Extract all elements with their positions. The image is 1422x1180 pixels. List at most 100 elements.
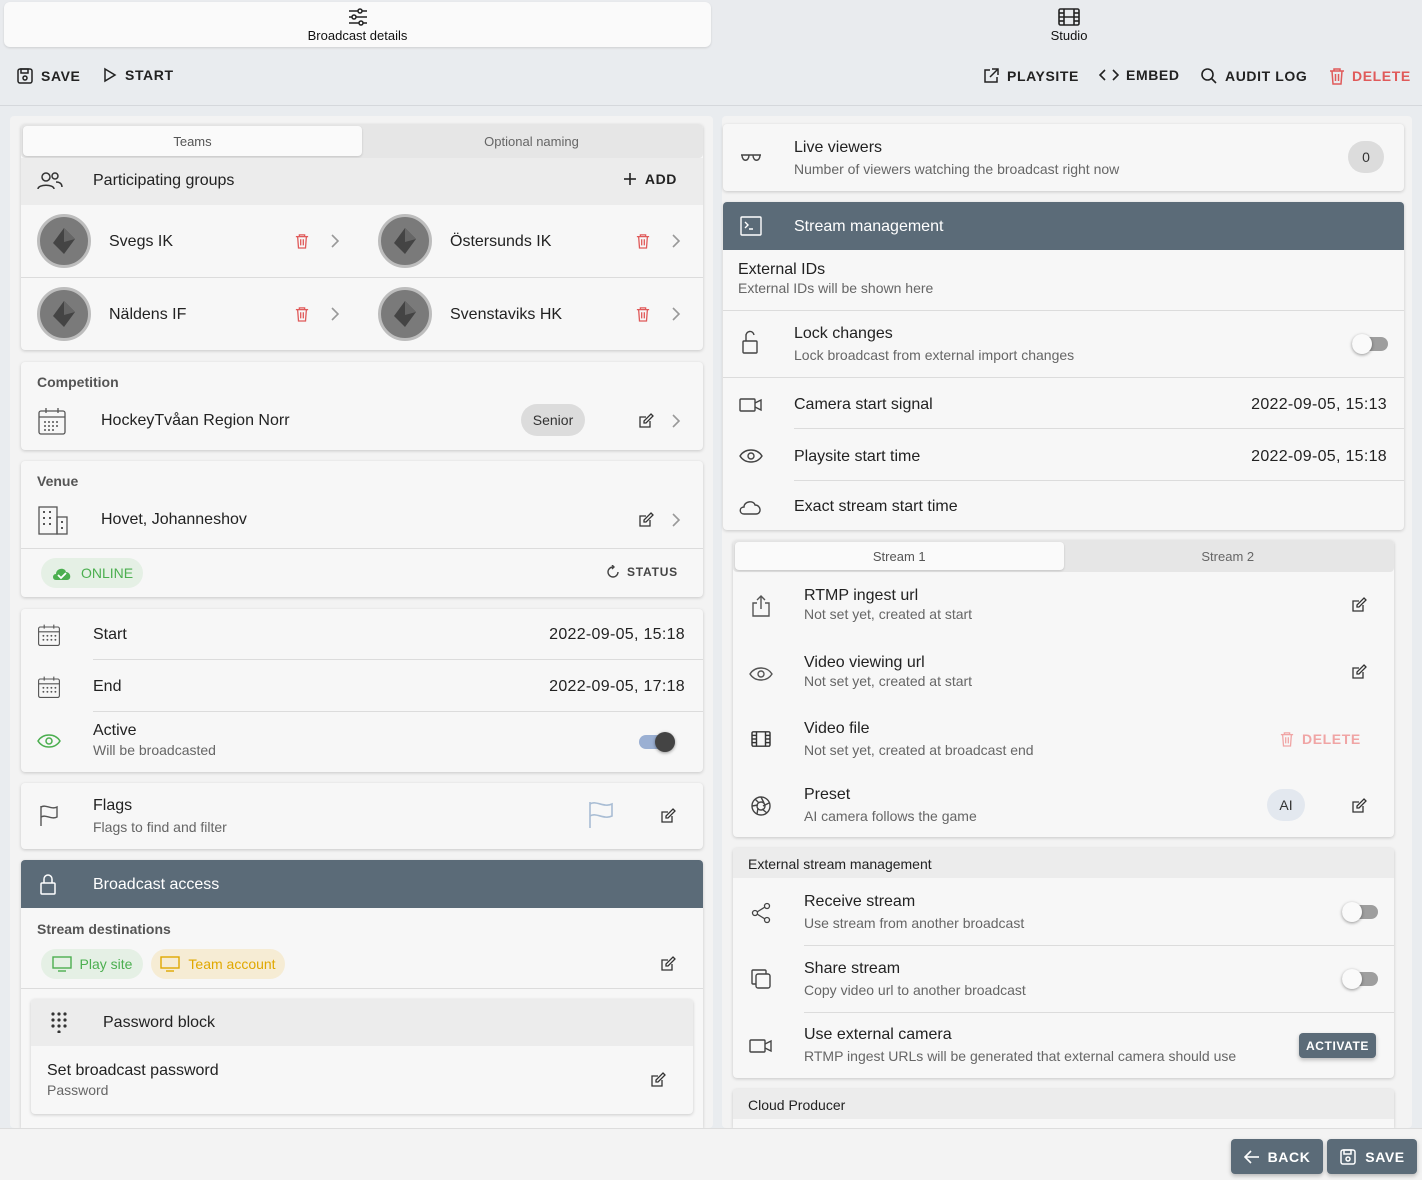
edit-icon[interactable]: [660, 956, 676, 972]
video-file-delete-button[interactable]: DELETE: [1280, 731, 1361, 747]
playsite-button[interactable]: PLAYSITE: [982, 67, 1079, 85]
broadcast-access-card: Broadcast access Stream destinations Pla…: [21, 860, 703, 1128]
divider: [723, 377, 1404, 378]
receive-stream-sublabel: Use stream from another broadcast: [804, 915, 1025, 931]
share-stream-toggle[interactable]: [1342, 969, 1378, 989]
copy-icon: [750, 968, 772, 990]
cloud-producer-card: Cloud Producer: [733, 1089, 1394, 1128]
edit-icon[interactable]: [1351, 798, 1367, 814]
team-item[interactable]: Svegs IK: [21, 205, 362, 277]
active-label: Active: [93, 722, 137, 739]
divider: [804, 945, 1394, 946]
activate-button[interactable]: ACTIVATE: [1299, 1033, 1376, 1058]
trash-icon[interactable]: [636, 306, 650, 322]
competition-name: HockeyTvåan Region Norr: [101, 412, 290, 429]
film-icon: [1057, 6, 1081, 28]
tab-broadcast-details[interactable]: Broadcast details: [4, 2, 711, 47]
participating-groups-title: Participating groups: [93, 172, 235, 189]
embed-button[interactable]: EMBED: [1099, 67, 1180, 83]
share-icon: [750, 902, 772, 924]
rtmp-sublabel: Not set yet, created at start: [804, 606, 973, 622]
add-group-button[interactable]: ADD: [623, 171, 677, 187]
tab-teams[interactable]: Teams: [23, 126, 362, 156]
share-stream-label: Share stream: [804, 960, 901, 977]
back-button[interactable]: BACK: [1231, 1139, 1323, 1174]
refresh-icon: [606, 565, 620, 579]
save-button[interactable]: SAVE: [16, 67, 81, 85]
lock-changes-toggle[interactable]: [1352, 334, 1388, 354]
team-logo-icon: [378, 287, 432, 341]
share-stream-sublabel: Copy video url to another broadcast: [804, 982, 1026, 998]
edit-icon[interactable]: [638, 512, 654, 528]
edit-icon[interactable]: [650, 1072, 666, 1088]
start-button[interactable]: START: [102, 67, 174, 83]
schedule-card: Start 2022-09-05, 15:18 End 2022-09-05, …: [21, 609, 703, 772]
team-item[interactable]: Näldens IF: [21, 278, 362, 350]
edit-icon[interactable]: [1351, 597, 1367, 613]
video-camera-icon: [749, 1038, 773, 1054]
sliders-icon: [347, 6, 369, 28]
playsite-start-label: Playsite start time: [794, 448, 921, 465]
teams-segment-tabs: Teams Optional naming: [21, 124, 703, 158]
calendar-icon: [37, 675, 61, 699]
preset-label: Preset: [804, 786, 851, 803]
chevron-right-icon[interactable]: [672, 513, 681, 527]
action-toolbar: SAVE START PLAYSITE EMBED AUDIT LOG DELE…: [0, 50, 1422, 106]
stream-destinations-heading: Stream destinations: [37, 921, 171, 937]
password-block-card: Password block Set broadcast password Pa…: [31, 999, 693, 1114]
password-sublabel: Password: [47, 1082, 109, 1098]
tab-label: Broadcast details: [307, 28, 408, 43]
status-refresh-button[interactable]: STATUS: [606, 565, 678, 579]
monitor-icon: [51, 956, 72, 972]
trash-icon[interactable]: [295, 306, 309, 322]
footer-save-button[interactable]: SAVE: [1327, 1139, 1417, 1174]
chevron-right-icon[interactable]: [331, 307, 340, 321]
trash-icon: [1280, 731, 1294, 747]
film-icon: [750, 730, 772, 748]
streams-card: Stream 1 Stream 2 RTMP ingest url Not se…: [733, 540, 1394, 837]
exact-start-label: Exact stream start time: [794, 498, 958, 515]
chevron-right-icon[interactable]: [672, 414, 681, 428]
password-block-header: Password block: [31, 999, 693, 1046]
divider: [723, 310, 1404, 311]
venue-card: Venue Hovet, Johanneshov ONLINE STATUS: [21, 461, 703, 597]
chevron-right-icon[interactable]: [672, 307, 681, 321]
flag-outline-icon: [588, 801, 614, 829]
end-value[interactable]: 2022-09-05, 17:18: [549, 678, 685, 696]
tab-optional-naming[interactable]: Optional naming: [362, 126, 701, 156]
tab-studio[interactable]: Studio: [716, 2, 1422, 47]
external-stream-card: External stream management Receive strea…: [733, 848, 1394, 1078]
edit-icon[interactable]: [660, 808, 676, 824]
video-camera-icon: [739, 397, 763, 413]
top-tab-bar: Broadcast details Studio: [0, 0, 1422, 50]
tab-stream-2[interactable]: Stream 2: [1064, 542, 1393, 570]
edit-icon[interactable]: [638, 413, 654, 429]
tab-stream-1[interactable]: Stream 1: [735, 542, 1064, 570]
active-toggle[interactable]: [639, 732, 675, 752]
trash-icon[interactable]: [295, 233, 309, 249]
edit-icon[interactable]: [1351, 664, 1367, 680]
arrow-left-icon: [1243, 1149, 1260, 1164]
team-item[interactable]: Östersunds IK: [362, 205, 703, 277]
password-block-title: Password block: [103, 1014, 216, 1031]
delete-button[interactable]: DELETE: [1329, 67, 1411, 85]
video-url-label: Video viewing url: [804, 654, 925, 671]
eye-icon: [739, 448, 763, 464]
code-icon: [1099, 68, 1119, 82]
aperture-icon: [750, 795, 772, 817]
trash-icon[interactable]: [636, 233, 650, 249]
audit-log-button[interactable]: AUDIT LOG: [1200, 67, 1307, 85]
receive-stream-toggle[interactable]: [1342, 902, 1378, 922]
chevron-right-icon[interactable]: [672, 234, 681, 248]
chevron-right-icon[interactable]: [331, 234, 340, 248]
terminal-icon: [740, 216, 762, 236]
live-viewers-sublabel: Number of viewers watching the broadcast…: [794, 161, 1120, 177]
start-value[interactable]: 2022-09-05, 15:18: [549, 626, 685, 644]
video-url-sublabel: Not set yet, created at start: [804, 673, 973, 689]
external-camera-label: Use external camera: [804, 1026, 952, 1043]
rtmp-label: RTMP ingest url: [804, 587, 919, 604]
camera-start-value: 2022-09-05, 15:13: [1251, 396, 1387, 413]
play-icon: [102, 67, 118, 83]
flags-card: Flags Flags to find and filter: [21, 783, 703, 849]
team-item[interactable]: Svenstaviks HK: [362, 278, 703, 350]
